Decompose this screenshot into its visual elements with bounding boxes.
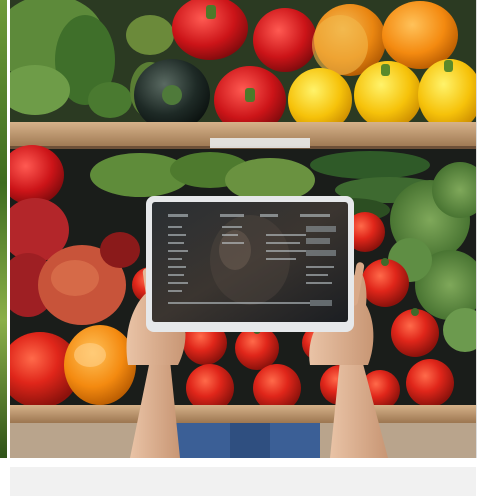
- produce-scene: [10, 0, 476, 458]
- next-card-preview: [10, 467, 476, 496]
- produce-photo[interactable]: [10, 0, 477, 458]
- tablet: [146, 196, 354, 332]
- adjacent-image-edge: [0, 0, 7, 458]
